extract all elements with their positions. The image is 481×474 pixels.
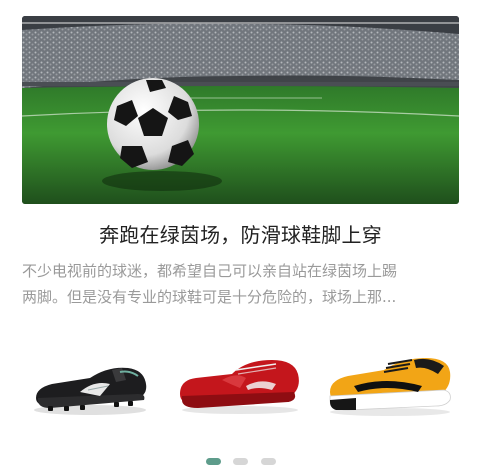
product-image-yellow-shoe[interactable] — [326, 350, 454, 420]
pager-dot-2[interactable] — [233, 458, 248, 465]
article-title[interactable]: 奔跑在绿茵场，防滑球鞋脚上穿 — [22, 220, 459, 250]
product-image-red-shoe[interactable] — [176, 350, 304, 420]
pager-dot-3[interactable] — [261, 458, 276, 465]
pager-dot-1[interactable] — [206, 458, 221, 465]
carousel-pagination — [0, 458, 481, 466]
product-image-black-cleat[interactable] — [30, 350, 150, 420]
summary-line-2: 两脚。但是没有专业的球鞋可是十分危险的，球场上那... — [22, 288, 397, 306]
summary-line-1: 不少电视前的球迷，都希望自己可以亲自站在绿茵场上踢 — [22, 262, 398, 280]
hero-banner-image[interactable] — [22, 16, 459, 204]
article-summary: 不少电视前的球迷，都希望自己可以亲自站在绿茵场上踢 两脚。但是没有专业的球鞋可是… — [22, 258, 459, 310]
